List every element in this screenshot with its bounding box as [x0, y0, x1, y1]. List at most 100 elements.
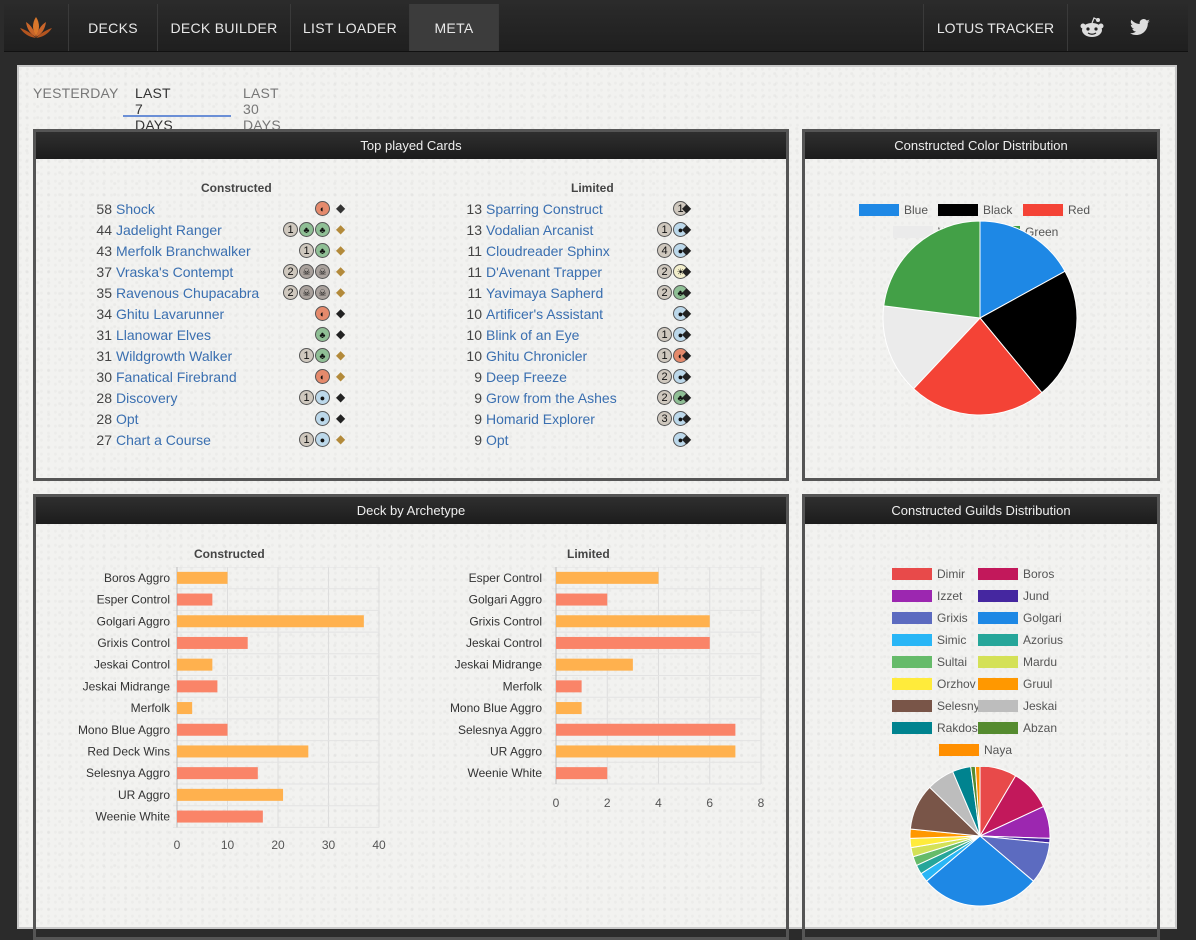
legend-item: Dimir: [892, 567, 965, 581]
mana-symbol-icon: ●: [315, 432, 330, 447]
color-pie-chart: [882, 220, 1078, 416]
category-label: Jeskai Midrange: [83, 679, 171, 693]
mana-symbol-icon: ◐: [315, 369, 330, 384]
card-name-link[interactable]: Sparring Construct: [486, 201, 603, 217]
bar[interactable]: [556, 615, 710, 628]
set-symbol-icon: ◆: [682, 285, 692, 299]
card-count: 9: [474, 432, 482, 448]
card-count: 28: [96, 411, 112, 427]
bar[interactable]: [177, 593, 213, 606]
card-name-link[interactable]: Ghitu Lavarunner: [116, 306, 224, 322]
card-name-link[interactable]: Cloudreader Sphinx: [486, 243, 610, 259]
card-name-link[interactable]: Discovery: [116, 390, 177, 406]
mana-symbol-icon: 2: [657, 264, 672, 279]
constructed-chart-title: Constructed: [194, 547, 265, 561]
bar[interactable]: [556, 593, 608, 606]
top-played-cards-panel: Top played Cards Constructed Limited 58 S…: [33, 129, 789, 481]
legend-label: Gruul: [1023, 677, 1053, 691]
card-name-link[interactable]: Homarid Explorer: [486, 411, 595, 427]
card-name-link[interactable]: Merfolk Branchwalker: [116, 243, 251, 259]
legend-swatch: [892, 700, 932, 712]
card-name-link[interactable]: Chart a Course: [116, 432, 211, 448]
card-name-link[interactable]: Grow from the Ashes: [486, 390, 617, 406]
card-name-link[interactable]: Opt: [486, 432, 509, 448]
card-count: 35: [96, 285, 112, 301]
category-label: Red Deck Wins: [87, 744, 170, 758]
bar[interactable]: [177, 745, 309, 758]
set-symbol-icon: ◆: [336, 285, 346, 299]
card-name-link[interactable]: Opt: [116, 411, 139, 427]
legend-swatch: [978, 634, 1018, 646]
bar[interactable]: [556, 745, 736, 758]
card-name-link[interactable]: Shock: [116, 201, 155, 217]
card-name-link[interactable]: Wildgrowth Walker: [116, 348, 232, 364]
set-symbol-icon: ◆: [682, 411, 692, 425]
bar[interactable]: [177, 767, 258, 780]
nav-lotus-tracker[interactable]: LOTUS TRACKER: [923, 4, 1067, 51]
card-name-link[interactable]: Llanowar Elves: [116, 327, 211, 343]
bar[interactable]: [177, 680, 218, 693]
category-label: Jeskai Midrange: [455, 658, 543, 672]
bar[interactable]: [177, 571, 228, 584]
card-name-link[interactable]: Fanatical Firebrand: [116, 369, 237, 385]
reddit-icon[interactable]: [1067, 4, 1116, 51]
bar[interactable]: [177, 636, 248, 649]
legend-label: Orzhov: [937, 677, 976, 691]
twitter-icon[interactable]: [1116, 4, 1164, 51]
lotus-logo-icon[interactable]: [4, 4, 69, 51]
bar[interactable]: [556, 723, 736, 736]
card-count: 10: [466, 348, 482, 364]
bar[interactable]: [177, 810, 263, 823]
bar[interactable]: [556, 680, 582, 693]
limited-archetype-chart: 0 2 4 6 8 Esper Control Golgari Aggro Grixis Co…: [450, 567, 765, 810]
legend-label: Simic: [937, 633, 967, 647]
mana-cost: 1 ♣ ♣: [282, 222, 330, 237]
bar[interactable]: [177, 723, 228, 736]
card-name-link[interactable]: Ghitu Chronicler: [486, 348, 587, 364]
category-label: Weenie White: [96, 810, 171, 824]
mana-symbol-icon: ☠: [299, 264, 314, 279]
nav-list-loader[interactable]: LIST LOADER: [291, 4, 410, 51]
bar[interactable]: [556, 658, 633, 671]
card-name-link[interactable]: Artificer's Assistant: [486, 306, 603, 322]
card-count: 31: [96, 327, 112, 343]
card-name-link[interactable]: D'Avenant Trapper: [486, 264, 602, 280]
card-name-link[interactable]: Vraska's Contempt: [116, 264, 233, 280]
nav-deck-builder[interactable]: DECK BUILDER: [158, 4, 291, 51]
tab-last-30-days[interactable]: LAST 30 DAYS: [243, 85, 281, 133]
nav-meta[interactable]: META: [410, 4, 499, 51]
bar[interactable]: [177, 702, 193, 715]
legend-swatch: [978, 590, 1018, 602]
card-row: 34 Ghitu Lavarunner: [90, 304, 224, 324]
card-count: 9: [474, 390, 482, 406]
card-row: 13 Sparring Construct: [460, 199, 603, 219]
mana-symbol-icon: 3: [657, 411, 672, 426]
category-label: Esper Control: [469, 571, 542, 585]
limited-chart-title: Limited: [567, 547, 610, 561]
bar[interactable]: [556, 767, 608, 780]
bar[interactable]: [556, 571, 659, 584]
card-name-link[interactable]: Blink of an Eye: [486, 327, 579, 343]
nav-decks[interactable]: DECKS: [69, 4, 158, 51]
bar[interactable]: [556, 702, 582, 715]
guild-pie-chart: [909, 767, 1051, 907]
card-name-link[interactable]: Vodalian Arcanist: [486, 222, 593, 238]
card-name-link[interactable]: Ravenous Chupacabra: [116, 285, 259, 301]
legend-item: Jeskai: [978, 699, 1057, 713]
card-name-link[interactable]: Deep Freeze: [486, 369, 567, 385]
bar[interactable]: [556, 636, 710, 649]
tab-yesterday[interactable]: YESTERDAY: [33, 85, 119, 101]
card-row: 31 Llanowar Elves: [90, 325, 211, 345]
bar[interactable]: [177, 788, 284, 801]
set-symbol-icon: ◆: [336, 201, 346, 215]
category-label: Jeskai Control: [94, 658, 170, 672]
card-name-link[interactable]: Jadelight Ranger: [116, 222, 222, 238]
tab-last-7-days[interactable]: LAST 7 DAYS: [135, 85, 173, 133]
card-row: 11 Yavimaya Sapherd: [460, 283, 603, 303]
legend-swatch: [978, 678, 1018, 690]
legend-label: Jeskai: [1023, 699, 1058, 713]
pie-slice-green[interactable]: [883, 220, 981, 319]
bar[interactable]: [177, 658, 213, 671]
card-name-link[interactable]: Yavimaya Sapherd: [486, 285, 603, 301]
bar[interactable]: [177, 615, 364, 628]
